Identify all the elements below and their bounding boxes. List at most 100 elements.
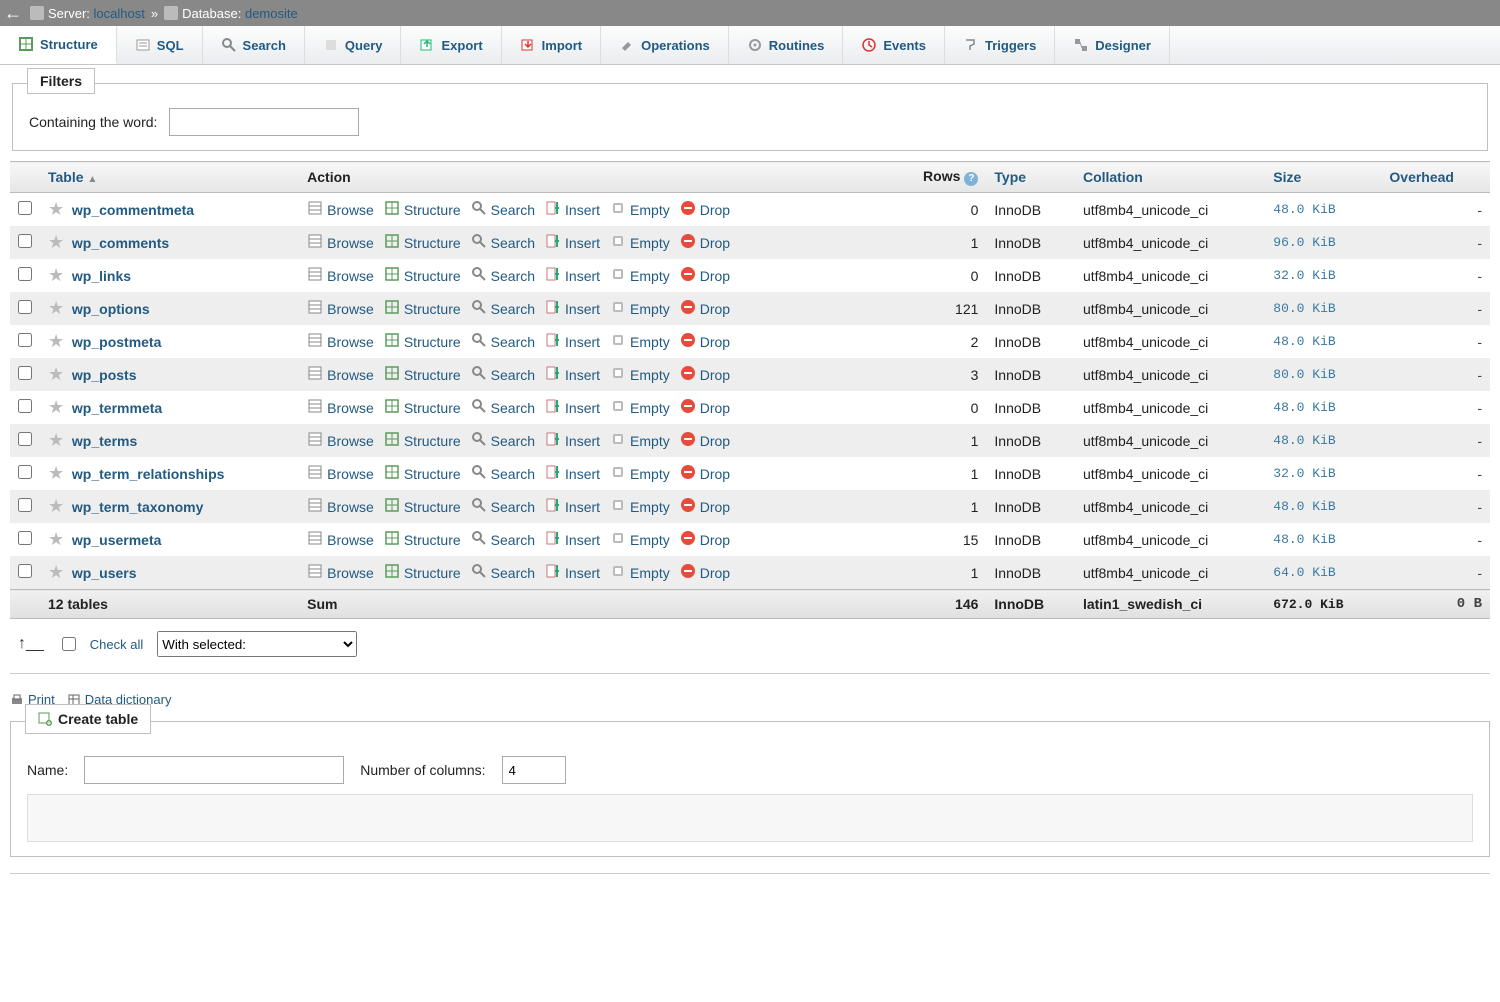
tab-operations[interactable]: Operations xyxy=(601,26,729,64)
table-name-link[interactable]: wp_comments xyxy=(72,235,169,251)
search-link[interactable]: Search xyxy=(471,233,535,252)
back-button[interactable]: ← xyxy=(4,3,22,24)
insert-link[interactable]: Insert xyxy=(545,398,600,417)
row-checkbox[interactable] xyxy=(18,267,32,281)
structure-link[interactable]: Structure xyxy=(384,266,461,285)
structure-link[interactable]: Structure xyxy=(384,431,461,450)
insert-link[interactable]: Insert xyxy=(545,497,600,516)
structure-link[interactable]: Structure xyxy=(384,464,461,483)
search-link[interactable]: Search xyxy=(471,200,535,219)
drop-link[interactable]: Drop xyxy=(680,398,730,417)
create-cols-input[interactable] xyxy=(502,756,566,784)
row-checkbox[interactable] xyxy=(18,300,32,314)
search-link[interactable]: Search xyxy=(471,431,535,450)
drop-link[interactable]: Drop xyxy=(680,233,730,252)
table-name-link[interactable]: wp_posts xyxy=(72,367,137,383)
empty-link[interactable]: Empty xyxy=(610,200,670,219)
empty-link[interactable]: Empty xyxy=(610,530,670,549)
row-checkbox[interactable] xyxy=(18,399,32,413)
empty-link[interactable]: Empty xyxy=(610,431,670,450)
browse-link[interactable]: Browse xyxy=(307,497,374,516)
structure-link[interactable]: Structure xyxy=(384,233,461,252)
search-link[interactable]: Search xyxy=(471,266,535,285)
search-link[interactable]: Search xyxy=(471,332,535,351)
row-checkbox[interactable] xyxy=(18,432,32,446)
insert-link[interactable]: Insert xyxy=(545,266,600,285)
search-link[interactable]: Search xyxy=(471,398,535,417)
favorite-star[interactable]: ★ xyxy=(48,529,64,549)
browse-link[interactable]: Browse xyxy=(307,530,374,549)
browse-link[interactable]: Browse xyxy=(307,233,374,252)
browse-link[interactable]: Browse xyxy=(307,266,374,285)
row-checkbox[interactable] xyxy=(18,333,32,347)
tab-query[interactable]: Query xyxy=(305,26,402,64)
insert-link[interactable]: Insert xyxy=(545,530,600,549)
search-link[interactable]: Search xyxy=(471,563,535,582)
tab-events[interactable]: Events xyxy=(843,26,945,64)
drop-link[interactable]: Drop xyxy=(680,299,730,318)
favorite-star[interactable]: ★ xyxy=(48,430,64,450)
table-name-link[interactable]: wp_termmeta xyxy=(72,400,162,416)
empty-link[interactable]: Empty xyxy=(610,398,670,417)
tab-export[interactable]: Export xyxy=(401,26,501,64)
empty-link[interactable]: Empty xyxy=(610,365,670,384)
drop-link[interactable]: Drop xyxy=(680,431,730,450)
browse-link[interactable]: Browse xyxy=(307,332,374,351)
structure-link[interactable]: Structure xyxy=(384,563,461,582)
drop-link[interactable]: Drop xyxy=(680,332,730,351)
tab-import[interactable]: Import xyxy=(502,26,601,64)
favorite-star[interactable]: ★ xyxy=(48,364,64,384)
structure-link[interactable]: Structure xyxy=(384,332,461,351)
tab-search[interactable]: Search xyxy=(203,26,305,64)
search-link[interactable]: Search xyxy=(471,497,535,516)
favorite-star[interactable]: ★ xyxy=(48,562,64,582)
empty-link[interactable]: Empty xyxy=(610,464,670,483)
structure-link[interactable]: Structure xyxy=(384,530,461,549)
database-link[interactable]: demosite xyxy=(245,6,298,21)
favorite-star[interactable]: ★ xyxy=(48,199,64,219)
structure-link[interactable]: Structure xyxy=(384,398,461,417)
browse-link[interactable]: Browse xyxy=(307,365,374,384)
structure-link[interactable]: Structure xyxy=(384,365,461,384)
row-checkbox[interactable] xyxy=(18,465,32,479)
empty-link[interactable]: Empty xyxy=(610,233,670,252)
insert-link[interactable]: Insert xyxy=(545,332,600,351)
help-icon[interactable]: ? xyxy=(964,172,978,186)
empty-link[interactable]: Empty xyxy=(610,332,670,351)
col-overhead[interactable]: Overhead xyxy=(1381,162,1490,193)
browse-link[interactable]: Browse xyxy=(307,398,374,417)
browse-link[interactable]: Browse xyxy=(307,464,374,483)
structure-link[interactable]: Structure xyxy=(384,200,461,219)
row-checkbox[interactable] xyxy=(18,366,32,380)
favorite-star[interactable]: ★ xyxy=(48,331,64,351)
table-name-link[interactable]: wp_postmeta xyxy=(72,334,161,350)
insert-link[interactable]: Insert xyxy=(545,200,600,219)
tab-routines[interactable]: Routines xyxy=(729,26,844,64)
favorite-star[interactable]: ★ xyxy=(48,298,64,318)
insert-link[interactable]: Insert xyxy=(545,464,600,483)
check-all-checkbox[interactable] xyxy=(62,637,76,651)
tab-sql[interactable]: SQL xyxy=(117,26,203,64)
browse-link[interactable]: Browse xyxy=(307,431,374,450)
table-name-link[interactable]: wp_commentmeta xyxy=(72,202,194,218)
favorite-star[interactable]: ★ xyxy=(48,232,64,252)
browse-link[interactable]: Browse xyxy=(307,299,374,318)
drop-link[interactable]: Drop xyxy=(680,365,730,384)
tab-triggers[interactable]: Triggers xyxy=(945,26,1055,64)
containing-input[interactable] xyxy=(169,108,359,136)
drop-link[interactable]: Drop xyxy=(680,200,730,219)
search-link[interactable]: Search xyxy=(471,299,535,318)
empty-link[interactable]: Empty xyxy=(610,266,670,285)
drop-link[interactable]: Drop xyxy=(680,563,730,582)
create-name-input[interactable] xyxy=(84,756,344,784)
col-size[interactable]: Size xyxy=(1265,162,1381,193)
favorite-star[interactable]: ★ xyxy=(48,463,64,483)
table-name-link[interactable]: wp_options xyxy=(72,301,150,317)
row-checkbox[interactable] xyxy=(18,201,32,215)
structure-link[interactable]: Structure xyxy=(384,497,461,516)
drop-link[interactable]: Drop xyxy=(680,497,730,516)
with-selected-select[interactable]: With selected: xyxy=(157,631,357,657)
tab-structure[interactable]: Structure xyxy=(0,26,117,64)
row-checkbox[interactable] xyxy=(18,564,32,578)
col-table[interactable]: Table▲ xyxy=(40,162,299,193)
